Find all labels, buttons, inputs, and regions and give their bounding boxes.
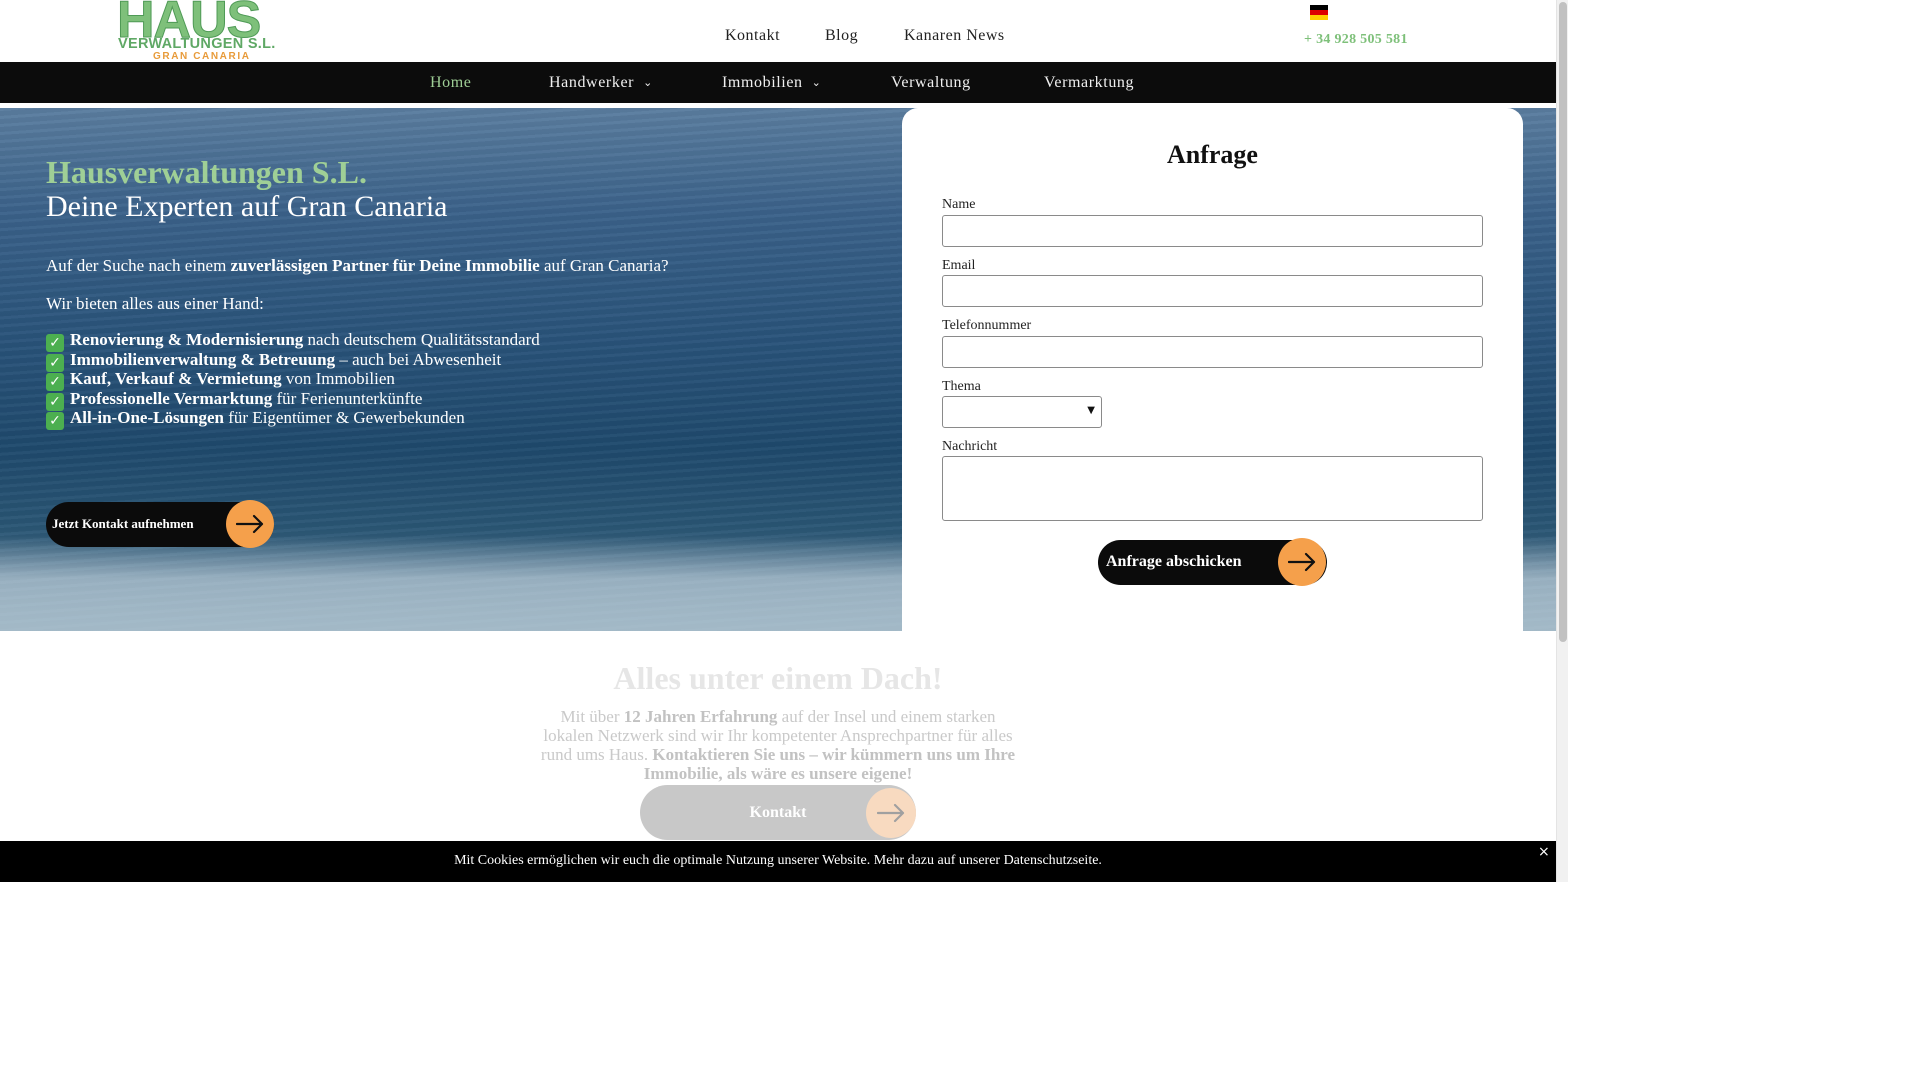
email-field[interactable] — [942, 275, 1483, 307]
chevron-down-icon: ⌄ — [643, 77, 653, 89]
nav-item-verwaltung[interactable]: Verwaltung — [891, 74, 971, 92]
form-title: Anfrage — [1167, 140, 1258, 169]
section-text-part: Mit über — [560, 707, 624, 726]
nav-item-label: Verwaltung — [891, 74, 971, 91]
submit-button[interactable]: Anfrage abschicken — [1098, 538, 1327, 586]
benefit-rest: von Immobilien — [281, 369, 395, 389]
inquiry-form: Anfrage Name Email Telefonnummer Thema ▼… — [902, 108, 1523, 631]
benefit-rest: für Ferienunterkünfte — [272, 388, 423, 408]
hero-subtitle: Deine Experten auf Gran Canaria — [46, 190, 448, 223]
benefit-item: ✓ Renovierung & Modernisierung nach deuts… — [46, 330, 540, 352]
nav-item-handwerker[interactable]: Handwerker ⌄ — [549, 74, 653, 92]
arrow-right-icon — [866, 788, 916, 838]
topic-select[interactable]: ▼ — [942, 396, 1102, 428]
name-field[interactable] — [942, 215, 1483, 247]
scrollbar-thumb[interactable] — [1559, 2, 1567, 642]
cookie-message[interactable]: Mit Cookies ermöglichen wir euch die opt… — [0, 853, 1556, 869]
nav-item-home[interactable]: Home — [430, 74, 472, 92]
logo-text-verwaltungen: VERWALTUNGEN S.L. — [118, 36, 276, 52]
benefit-rest: nach deutschem Qualitätsstandard — [303, 330, 540, 349]
company-logo[interactable]: HAUS VERWALTUNGEN S.L. GRAN CANARIA — [116, 0, 283, 62]
topnav-blog[interactable]: Blog — [825, 27, 858, 45]
topnav-kanaren-news[interactable]: Kanaren News — [904, 27, 1005, 45]
phone-label: Telefonnummer — [942, 318, 1032, 333]
benefit-bold: Kauf, Verkauf & Vermietung — [70, 369, 282, 389]
arrow-right-icon — [226, 500, 274, 548]
cookie-banner: Mit Cookies ermöglichen wir euch die opt… — [0, 841, 1556, 882]
phone-number[interactable]: + 34 928 505 581 — [1304, 32, 1408, 48]
main-nav: Home Handwerker ⌄ Immobilien ⌄ Verwaltung … — [0, 62, 1556, 103]
contact-button[interactable]: Kontakt — [640, 785, 916, 840]
benefit-rest: – auch bei Abwesenheit — [335, 349, 502, 369]
topnav-kontakt[interactable]: Kontakt — [725, 27, 780, 45]
checkmark-icon: ✓ — [46, 412, 64, 431]
benefit-item: ✓ Kauf, Verkauf & Vermietung von Immobili… — [46, 369, 540, 392]
top-header: HAUS VERWALTUNGEN S.L. GRAN CANARIA Kont… — [0, 0, 1556, 62]
hero-title: Hausverwaltungen S.L. — [46, 154, 367, 190]
hero-section: Hausverwaltungen S.L. Deine Experten auf… — [0, 108, 1556, 631]
email-label: Email — [942, 258, 976, 273]
nav-item-label: Home — [430, 74, 472, 91]
benefit-item: ✓ All-in-One-Lösungen für Eigentümer & Ge… — [46, 408, 540, 431]
nav-item-label: Handwerker — [549, 74, 635, 91]
benefit-bold: All-in-One-Lösungen — [70, 408, 224, 428]
contact-cta-button[interactable]: Jetzt Kontakt aufnehmen — [46, 500, 274, 548]
logo-text-region: GRAN CANARIA — [153, 51, 251, 62]
hero-intro-pre: Auf der Suche nach einem — [46, 256, 231, 275]
german-flag-icon[interactable] — [1310, 5, 1328, 20]
hero-intro-bold: zuverlässigen Partner für Deine Immobili… — [230, 256, 540, 275]
nav-item-label: Immobilien — [722, 74, 803, 91]
hero-lead: Wir bieten alles aus einer Hand: — [46, 294, 264, 313]
benefit-item: ✓ Immobilienverwaltung & Betreuung – auch… — [46, 349, 540, 372]
submit-label: Anfrage abschicken — [1106, 553, 1242, 570]
benefit-bold: Immobilienverwaltung & Betreuung — [70, 349, 336, 369]
benefit-bold: Renovierung & Modernisierung — [70, 330, 304, 349]
topic-label: Thema — [942, 379, 981, 394]
benefit-item: ✓ Professionelle Vermarktung für Ferienun… — [46, 388, 540, 411]
hero-intro: Auf der Suche nach einem zuverlässigen P… — [46, 256, 669, 276]
message-label: Nachricht — [942, 439, 998, 454]
section-text-bold: Kontaktieren Sie uns – wir kümmern uns u… — [643, 745, 1016, 783]
section-text: Mit über 12 Jahren Erfahrung auf der Ins… — [540, 707, 1016, 783]
nav-item-label: Vermarktung — [1044, 74, 1135, 91]
nav-item-vermarktung[interactable]: Vermarktung — [1044, 74, 1134, 92]
nav-item-immobilien[interactable]: Immobilien ⌄ — [722, 74, 821, 92]
arrow-right-icon — [1278, 538, 1326, 586]
hero-intro-post: auf Gran Canaria? — [539, 256, 669, 275]
benefit-bold: Professionelle Vermarktung — [70, 388, 273, 408]
section-title: Alles unter einem Dach! — [613, 660, 943, 696]
section-text-bold: 12 Jahren Erfahrung — [623, 707, 778, 726]
benefit-rest: für Eigentümer & Gewerbekunden — [223, 408, 465, 428]
scrollbar[interactable] — [1556, 0, 1568, 882]
chevron-down-icon: ⌄ — [811, 77, 822, 89]
benefit-list: ✓ Renovierung & Modernisierung nach deuts… — [46, 330, 540, 431]
message-textarea[interactable] — [942, 456, 1483, 521]
cta-label: Jetzt Kontakt aufnehmen — [52, 516, 194, 531]
chevron-down-icon: ▼ — [1087, 405, 1095, 416]
phone-field[interactable] — [942, 336, 1483, 368]
name-label: Name — [942, 197, 976, 212]
close-icon[interactable]: × — [1538, 844, 1550, 860]
